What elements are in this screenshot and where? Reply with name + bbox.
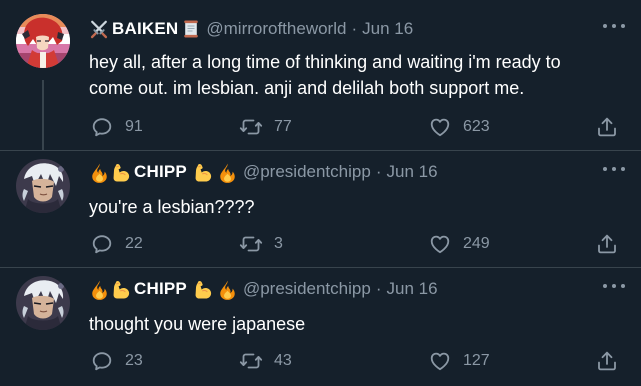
handle[interactable]: @presidentchipp — [243, 162, 371, 182]
tweet-text: hey all, after a long time of thinking a… — [89, 52, 561, 98]
display-name[interactable]: CHIPP — [134, 279, 187, 299]
retweet-count: 43 — [274, 352, 292, 369]
retweet-button[interactable]: 43 — [239, 349, 292, 373]
retweet-button[interactable]: 77 — [239, 115, 292, 139]
handle[interactable]: @presidentchipp — [243, 279, 371, 299]
tweet-date[interactable]: Jun 16 — [386, 162, 437, 182]
like-button[interactable]: 127 — [428, 349, 490, 373]
separator-dot: · — [375, 279, 382, 298]
retweet-icon — [239, 115, 263, 139]
tweet-date[interactable]: Jun 16 — [362, 19, 413, 39]
retweet-icon — [239, 232, 263, 256]
flexed-biceps-icon — [110, 279, 131, 300]
display-name[interactable]: BAIKEN — [112, 19, 178, 39]
separator-dot: · — [351, 19, 358, 38]
handle[interactable]: @mirroroftheworld — [206, 19, 346, 39]
reply-button[interactable]: 91 — [90, 115, 143, 139]
reply-button[interactable]: 22 — [90, 232, 143, 256]
more-options-icon[interactable] — [603, 280, 625, 292]
retweet-icon — [239, 349, 263, 373]
share-icon — [595, 115, 619, 139]
reply-count: 23 — [125, 352, 143, 369]
tweet-header: CHIPP @presidentchipp · Jun 16 — [89, 277, 438, 301]
reply-count: 22 — [125, 235, 143, 252]
more-options-icon[interactable] — [603, 20, 625, 32]
avatar[interactable] — [16, 276, 70, 330]
separator-dot: · — [375, 162, 382, 181]
tweet-header: BAIKEN @mirroroftheworld · Jun 16 — [89, 17, 413, 41]
reply-icon — [90, 349, 114, 373]
like-button[interactable]: 249 — [428, 232, 490, 256]
tweet[interactable]: CHIPP @presidentchipp · Jun 16 you're a … — [0, 150, 641, 267]
avatar[interactable] — [16, 159, 70, 213]
retweet-button[interactable]: 3 — [239, 232, 283, 256]
like-count: 623 — [463, 118, 490, 135]
tweet-thread: BAIKEN @mirroroftheworld · Jun 16 hey al… — [0, 0, 641, 386]
share-icon — [595, 349, 619, 373]
tweet-actions: 23 43 127 — [89, 349, 629, 373]
fire-icon — [89, 162, 110, 183]
heart-icon — [428, 349, 452, 373]
share-button[interactable] — [595, 115, 619, 139]
fire-icon — [217, 162, 238, 183]
share-button[interactable] — [595, 232, 619, 256]
thread-connector-line — [42, 80, 44, 150]
share-icon — [595, 232, 619, 256]
flexed-biceps-icon — [192, 279, 213, 300]
tweet-header: CHIPP @presidentchipp · Jun 16 — [89, 160, 438, 184]
tweet-actions: 91 77 623 — [89, 115, 629, 139]
flexed-biceps-icon — [110, 162, 131, 183]
tweet[interactable]: CHIPP @presidentchipp · Jun 16 thought y… — [0, 267, 641, 386]
retweet-count: 77 — [274, 118, 292, 135]
fire-icon — [217, 279, 238, 300]
tweet[interactable]: BAIKEN @mirroroftheworld · Jun 16 hey al… — [0, 0, 641, 150]
reply-icon — [90, 232, 114, 256]
like-count: 127 — [463, 352, 490, 369]
like-button[interactable]: 623 — [428, 115, 490, 139]
retweet-count: 3 — [274, 235, 283, 252]
reply-count: 91 — [125, 118, 143, 135]
tweet-actions: 22 3 249 — [89, 232, 629, 256]
like-count: 249 — [463, 235, 490, 252]
heart-icon — [428, 232, 452, 256]
more-options-icon[interactable] — [603, 163, 625, 175]
share-button[interactable] — [595, 349, 619, 373]
tweet-date[interactable]: Jun 16 — [386, 279, 437, 299]
reply-button[interactable]: 23 — [90, 349, 143, 373]
display-name[interactable]: CHIPP — [134, 162, 187, 182]
fire-icon — [89, 279, 110, 300]
tweet-text: thought you were japanese — [89, 314, 306, 334]
heart-icon — [428, 115, 452, 139]
flexed-biceps-icon — [192, 162, 213, 183]
reply-icon — [90, 115, 114, 139]
crossed-swords-icon — [89, 19, 109, 39]
scroll-icon — [181, 19, 201, 39]
avatar[interactable] — [16, 14, 70, 68]
tweet-text: you're a lesbian???? — [89, 197, 255, 217]
